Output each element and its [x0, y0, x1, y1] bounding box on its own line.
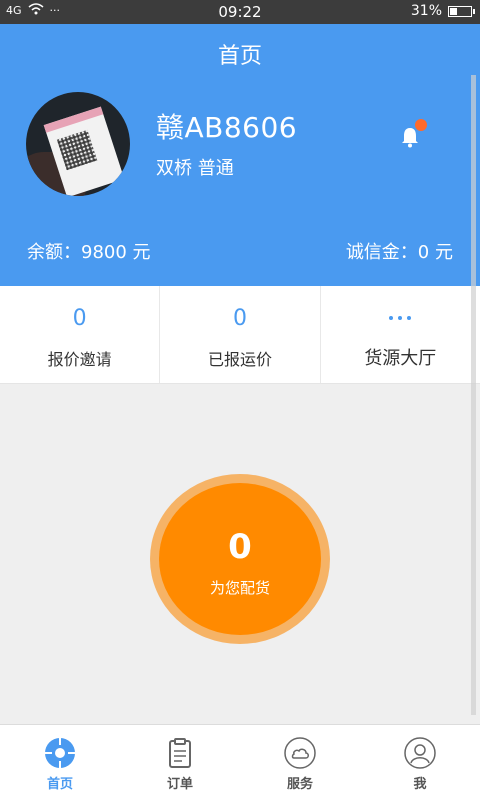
- battery-percent: 31%: [410, 3, 442, 19]
- balance-text: 余额：9800 元: [27, 242, 151, 263]
- tab-label: 我: [413, 777, 427, 792]
- profile-header: 首页 赣AB8606 双桥 普通 余额：9800 元 诚信金：0 元: [0, 24, 480, 286]
- tab-label: 订单: [166, 777, 193, 792]
- more-dots-icon: [321, 316, 480, 320]
- deposit-text: 诚信金：0 元: [345, 242, 453, 263]
- stat-value: 0: [232, 306, 247, 331]
- stat-quote-invitations[interactable]: 0 报价邀请: [0, 286, 161, 383]
- tab-me[interactable]: 我: [360, 725, 480, 801]
- tab-services[interactable]: 服务: [240, 725, 360, 801]
- battery-icon: [448, 5, 475, 17]
- battery-fill: [450, 7, 457, 15]
- qr-code-icon: [56, 129, 98, 171]
- scrollbar[interactable]: [471, 75, 476, 715]
- vehicle-info: 双桥 普通: [156, 158, 234, 179]
- tab-label: 服务: [286, 777, 313, 792]
- bottom-tab-bar: 首页 订单 服务 我: [0, 724, 480, 801]
- clipboard-icon: [164, 737, 196, 769]
- stat-cargo-hall[interactable]: 货源大厅: [321, 286, 480, 383]
- license-plate: 赣AB8606: [156, 111, 298, 144]
- cloud-icon: [284, 737, 316, 769]
- status-bar: 4G ··· 09:22 31%: [0, 0, 480, 24]
- status-time: 09:22: [218, 3, 262, 21]
- stat-quoted-prices[interactable]: 0 已报运价: [160, 286, 321, 383]
- match-count: 0: [228, 527, 252, 567]
- match-label: 为您配货: [209, 579, 270, 597]
- tab-home[interactable]: 首页: [0, 725, 120, 801]
- user-icon: [404, 737, 436, 769]
- tab-orders[interactable]: 订单: [120, 725, 240, 801]
- stat-label: 报价邀请: [47, 350, 112, 369]
- stat-label: 货源大厅: [364, 348, 437, 369]
- avatar[interactable]: [26, 92, 130, 196]
- stats-row: 0 报价邀请 0 已报运价 货源大厅: [0, 286, 480, 384]
- match-button[interactable]: 0 为您配货: [159, 483, 321, 635]
- status-right: 31%: [410, 3, 475, 19]
- stat-value: 0: [72, 306, 87, 331]
- home-icon: [44, 737, 76, 769]
- notification-badge: [415, 119, 427, 131]
- page-title: 首页: [217, 44, 262, 69]
- tab-label: 首页: [46, 777, 73, 792]
- stat-label: 已报运价: [207, 350, 272, 369]
